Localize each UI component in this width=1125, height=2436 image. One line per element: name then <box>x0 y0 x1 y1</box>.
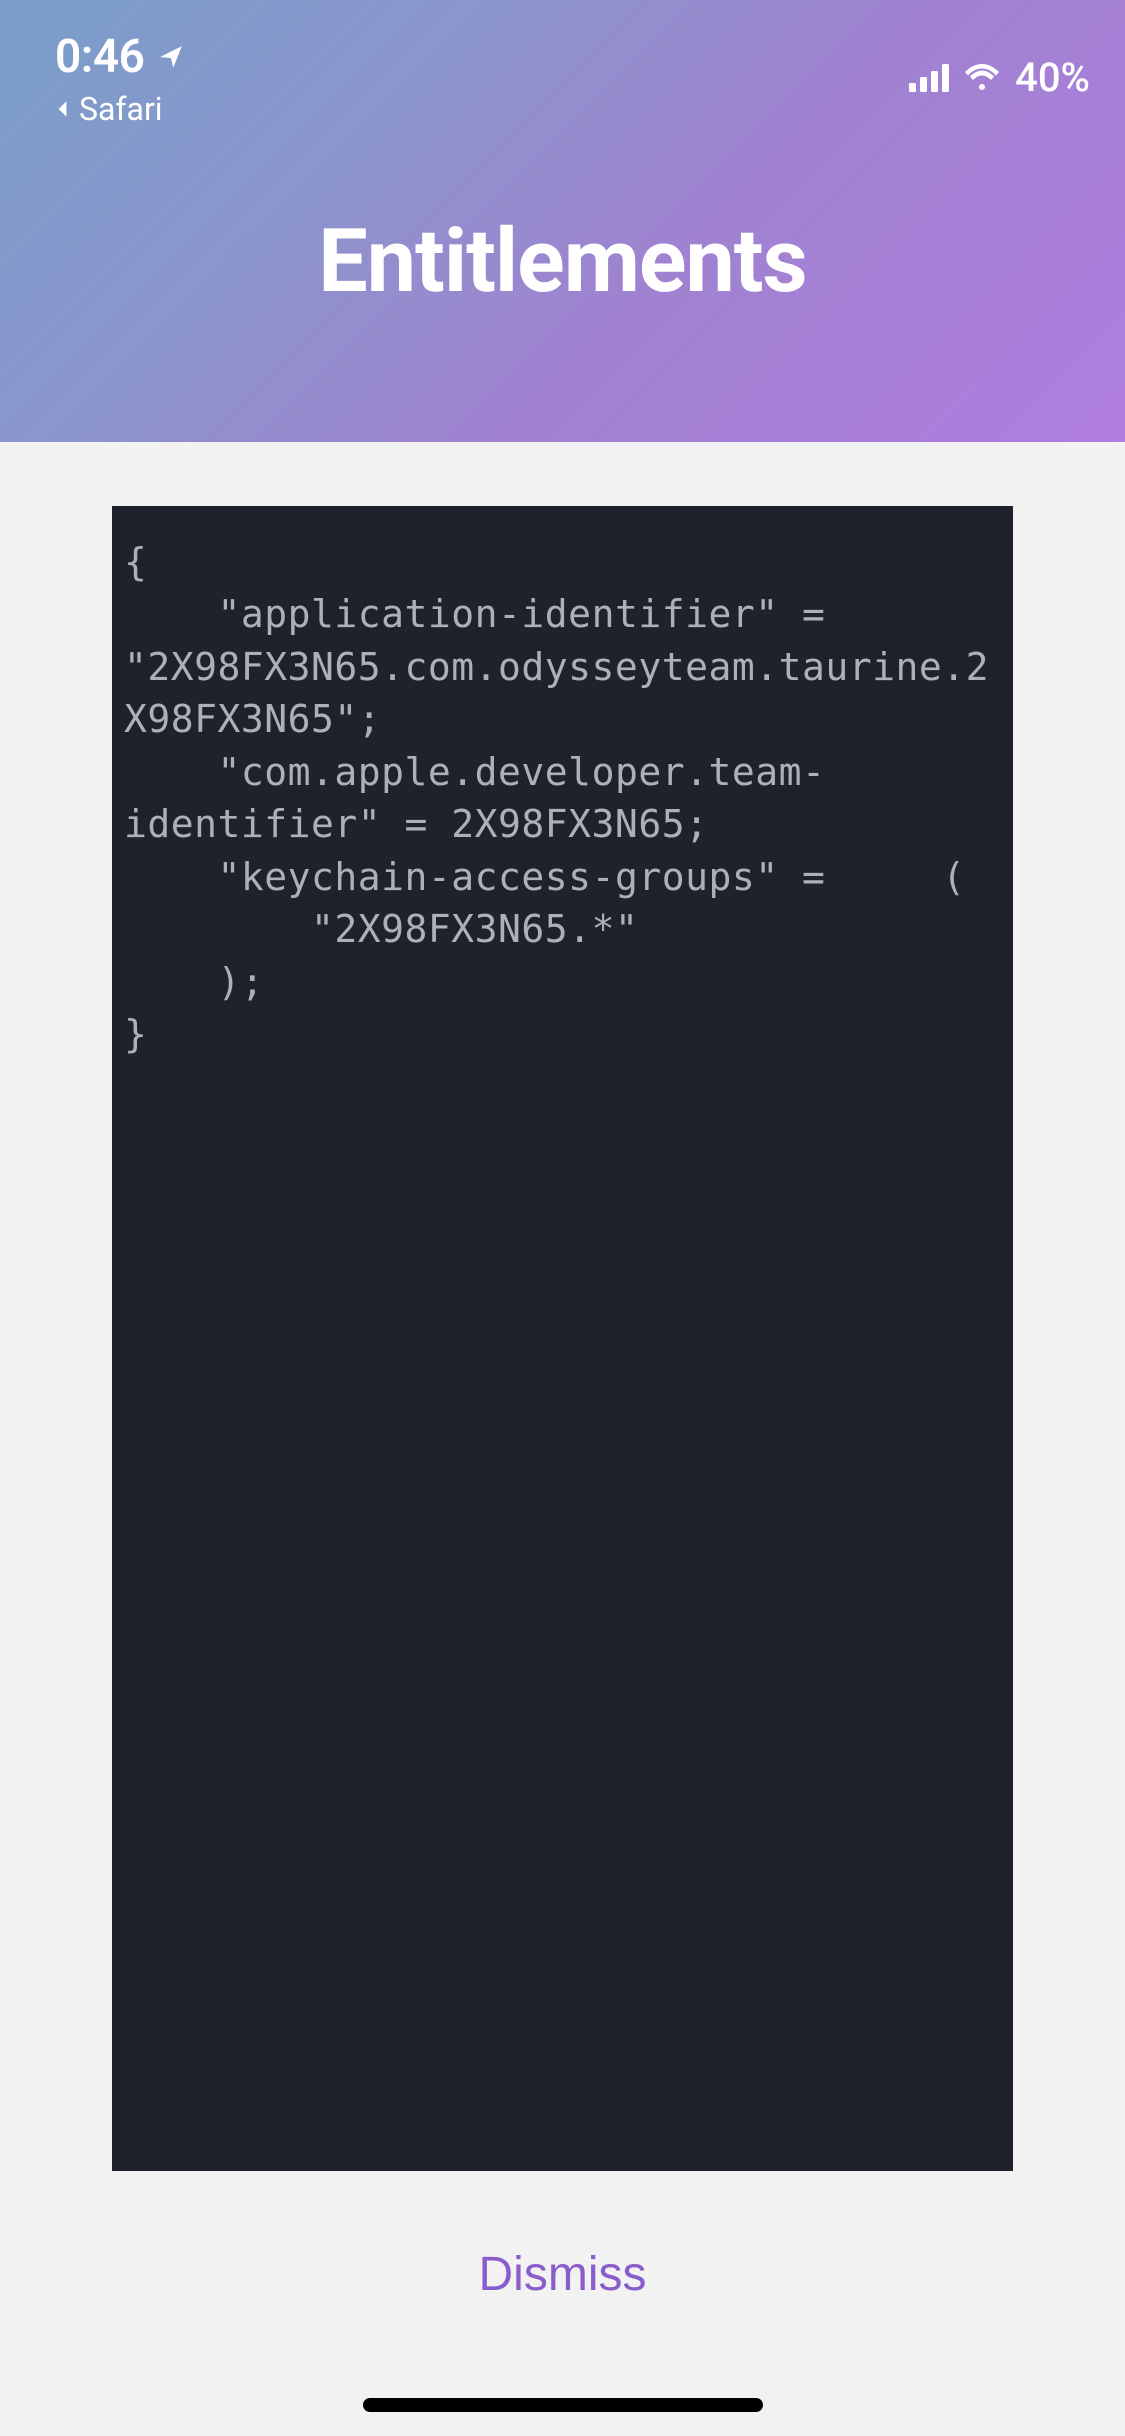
status-right: 40% <box>909 54 1090 101</box>
status-time: 0:46 <box>55 30 144 84</box>
back-app-label: Safari <box>79 90 163 128</box>
cellular-signal-icon <box>909 64 949 92</box>
page-title: Entitlements <box>0 210 1125 313</box>
home-indicator[interactable] <box>363 2398 763 2412</box>
time-row: 0:46 <box>55 30 184 84</box>
wifi-icon <box>963 64 1001 92</box>
header-gradient: 0:46 Safari <box>0 0 1125 442</box>
entitlements-code-block[interactable]: { "application-identifier" = "2X98FX3N65… <box>112 506 1013 2171</box>
battery-percentage: 40% <box>1015 54 1090 101</box>
chevron-left-icon <box>55 100 73 118</box>
back-to-app-button[interactable]: Safari <box>55 90 184 128</box>
status-bar: 0:46 Safari <box>0 0 1125 90</box>
content-area: { "application-identifier" = "2X98FX3N65… <box>0 442 1125 2342</box>
location-icon <box>158 44 184 70</box>
status-left: 0:46 Safari <box>55 30 184 128</box>
dismiss-button[interactable]: Dismiss <box>112 2171 1013 2342</box>
